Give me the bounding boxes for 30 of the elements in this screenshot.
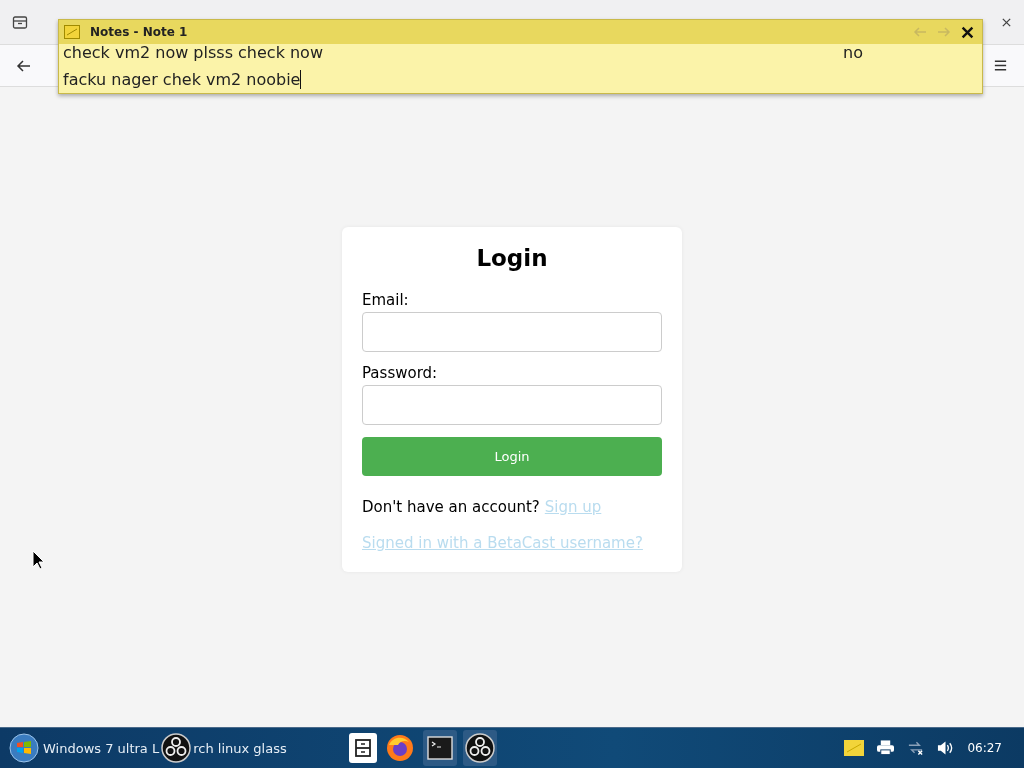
input-field[interactable] — [362, 312, 662, 352]
menu-icon[interactable] — [993, 58, 1008, 73]
sticky-note-icon[interactable] — [844, 740, 865, 756]
note-title: Notes - Note 1 — [90, 25, 188, 39]
window-title[interactable]: Windows 7 ultra L — [43, 740, 160, 756]
note-text: check vm2 now plsss check now — [63, 43, 323, 62]
signup-prompt: Don't have an account? — [362, 498, 540, 516]
note-text: no — [843, 43, 863, 62]
field-label: Password: — [362, 364, 438, 382]
back-arrow-icon[interactable] — [16, 57, 32, 74]
start-orb-icon[interactable] — [9, 733, 39, 763]
window-title[interactable]: rch linux glass — [193, 740, 287, 756]
file-cabinet-icon[interactable] — [348, 733, 377, 763]
volume-icon[interactable] — [937, 740, 955, 756]
close-icon[interactable] — [1001, 16, 1012, 28]
obs-icon[interactable] — [161, 733, 192, 763]
note-text: facku nager chek vm2 noobie — [63, 70, 301, 89]
mouse-pointer-icon — [32, 550, 44, 570]
input-field[interactable] — [362, 385, 662, 425]
printer-icon[interactable] — [877, 740, 895, 756]
field-label: Email: — [362, 291, 409, 309]
obs-icon[interactable] — [462, 730, 497, 766]
network-disconnected-icon[interactable] — [907, 740, 925, 756]
login-heading: Login — [475, 245, 549, 271]
text-cursor — [300, 70, 302, 89]
close-icon[interactable] — [961, 25, 974, 39]
terminal-icon[interactable] — [422, 730, 457, 766]
tab-overview-icon[interactable] — [12, 14, 28, 30]
clock[interactable]: 06:27 — [967, 741, 1002, 755]
note-icon — [64, 25, 80, 39]
